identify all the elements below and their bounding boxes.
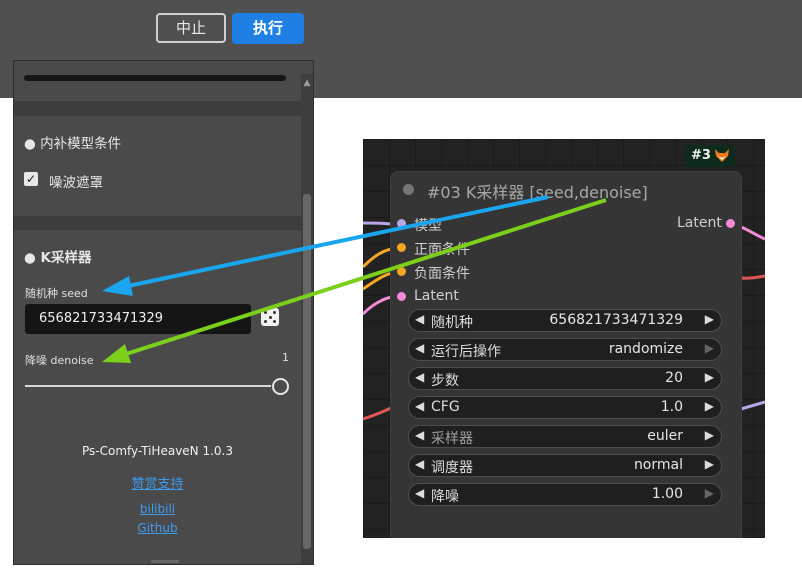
widget-label: 采样器 — [431, 431, 473, 447]
widget-label: 降噪 — [431, 489, 459, 505]
section-divider — [14, 101, 313, 116]
widget-label: 随机种 — [431, 315, 473, 331]
node-header[interactable]: #03 K采样器 [seed,denoise] — [391, 172, 741, 208]
dice-icon[interactable] — [261, 308, 279, 326]
seed-input[interactable]: 656821733471329 — [25, 304, 251, 334]
widget-value: 1.0 — [660, 399, 683, 415]
increment-arrow-icon[interactable]: ▶ — [705, 457, 714, 471]
bilibili-link[interactable]: bilibili — [14, 502, 301, 516]
output-slot-latent[interactable] — [726, 219, 735, 228]
decrement-arrow-icon[interactable]: ◀ — [415, 457, 424, 471]
section-divider — [14, 216, 313, 230]
input-slot-negative[interactable] — [397, 267, 406, 276]
widget-control-after-generate[interactable]: ◀ 运行后操作 randomize ▶ — [408, 338, 722, 361]
widget-value: 656821733471329 — [549, 312, 683, 328]
output-label-latent: Latent — [677, 215, 722, 231]
node-badge: #3 — [685, 145, 735, 167]
widget-value: normal — [633, 457, 683, 473]
seed-label: 随机种 seed — [25, 287, 88, 300]
run-button[interactable]: 执行 — [232, 13, 304, 44]
widget-value: randomize — [608, 341, 683, 357]
widget-cfg[interactable]: ◀ CFG 1.0 ▶ — [408, 396, 722, 419]
input-label-positive: 正面条件 — [414, 242, 470, 258]
scroll-up-icon[interactable]: ▲ — [301, 78, 313, 92]
increment-arrow-icon[interactable]: ▶ — [705, 312, 714, 326]
widget-label: CFG — [431, 399, 460, 415]
input-label-model: 模型 — [414, 218, 442, 234]
resize-handle[interactable] — [151, 560, 179, 563]
increment-arrow-icon[interactable]: ▶ — [705, 341, 714, 355]
increment-arrow-icon[interactable]: ▶ — [705, 486, 714, 500]
widget-sampler[interactable]: ◀ 采样器 euler ▶ — [408, 425, 722, 448]
node-collapse-dot[interactable] — [403, 184, 414, 195]
denoise-value: 1 — [282, 351, 289, 364]
decrement-arrow-icon[interactable]: ◀ — [415, 312, 424, 326]
widget-value: 20 — [665, 370, 683, 386]
scroll-thumb[interactable] — [303, 194, 311, 549]
decrement-arrow-icon[interactable]: ◀ — [415, 370, 424, 384]
denoise-slider-track[interactable] — [25, 385, 271, 387]
node-title: #03 K采样器 [seed,denoise] — [427, 183, 648, 202]
noise-mask-label: 噪波遮罩 — [49, 175, 103, 191]
version-text: Ps-Comfy-TiHeaveN 1.0.3 — [81, 444, 233, 458]
denoise-slider-handle[interactable] — [272, 378, 289, 395]
noise-mask-checkbox[interactable]: ✓ — [24, 172, 38, 186]
widget-label: 运行后操作 — [431, 344, 501, 360]
section-title-ksampler: ● K采样器 — [24, 250, 92, 266]
input-slot-positive[interactable] — [397, 243, 406, 252]
increment-arrow-icon[interactable]: ▶ — [705, 399, 714, 413]
node-canvas[interactable]: #3 #03 K采样器 [seed,denoise] 模型 正面条件 负面条件 … — [363, 139, 765, 538]
widget-seed[interactable]: ◀ 随机种 656821733471329 ▶ — [408, 309, 722, 332]
decrement-arrow-icon[interactable]: ◀ — [415, 341, 424, 355]
stop-button[interactable]: 中止 — [156, 13, 226, 43]
widget-steps[interactable]: ◀ 步数 20 ▶ — [408, 367, 722, 390]
widget-value: 1.00 — [651, 486, 683, 502]
panel-top-bar — [24, 75, 286, 81]
widget-label: 步数 — [431, 373, 459, 389]
fox-icon — [715, 149, 729, 162]
denoise-label: 降噪 denoise — [25, 354, 94, 367]
plugin-panel: ● 内补模型条件 ✓ 噪波遮罩 ● K采样器 随机种 seed 65682173… — [13, 60, 314, 565]
panel-scrollbar[interactable]: ▲ — [301, 74, 313, 564]
widget-label: 调度器 — [431, 460, 473, 476]
widget-scheduler[interactable]: ◀ 调度器 normal ▶ — [408, 454, 722, 477]
increment-arrow-icon[interactable]: ▶ — [705, 428, 714, 442]
section-title-inpaint: ● 内补模型条件 — [24, 136, 122, 152]
input-label-latent: Latent — [414, 288, 459, 304]
support-link[interactable]: 赞赏支持 — [14, 473, 301, 492]
increment-arrow-icon[interactable]: ▶ — [705, 370, 714, 384]
ksampler-node[interactable]: #03 K采样器 [seed,denoise] 模型 正面条件 负面条件 Lat… — [390, 171, 742, 538]
input-label-negative: 负面条件 — [414, 266, 470, 282]
decrement-arrow-icon[interactable]: ◀ — [415, 486, 424, 500]
input-slot-latent[interactable] — [397, 292, 406, 301]
decrement-arrow-icon[interactable]: ◀ — [415, 428, 424, 442]
widget-value: euler — [647, 428, 683, 444]
widget-denoise[interactable]: ◀ 降噪 1.00 ▶ — [408, 483, 722, 506]
input-slot-model[interactable] — [397, 219, 406, 228]
github-link[interactable]: Github — [14, 521, 301, 535]
decrement-arrow-icon[interactable]: ◀ — [415, 399, 424, 413]
node-badge-number: #3 — [691, 148, 711, 163]
